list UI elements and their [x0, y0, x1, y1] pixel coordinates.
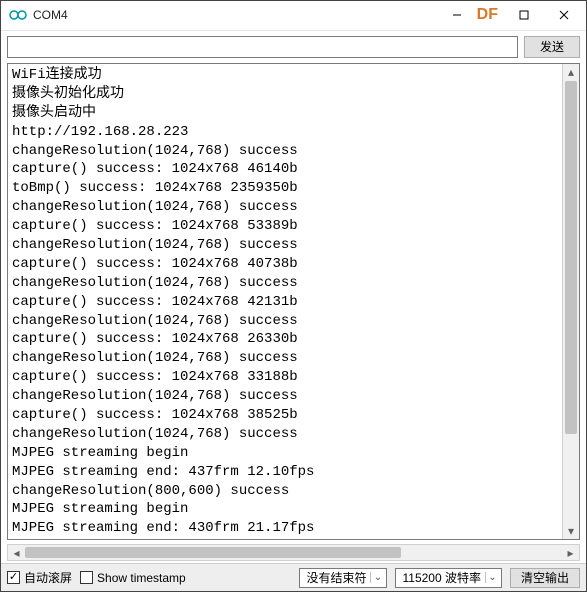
scroll-track-h[interactable] [25, 545, 562, 560]
serial-monitor-window: COM4 DF 发送 WiFi连接成功 摄像头初始化成功 摄像头启动中 http… [0, 0, 587, 592]
clear-output-button[interactable]: 清空输出 [510, 568, 580, 588]
line-ending-value: 没有结束符 [306, 569, 366, 586]
df-watermark: DF [477, 6, 498, 24]
checkbox-box [80, 571, 93, 584]
vertical-scrollbar[interactable]: ▴ ▾ [562, 64, 579, 539]
checkbox-box [7, 571, 20, 584]
scroll-thumb[interactable] [565, 81, 577, 434]
baud-dropdown[interactable]: 115200 波特率 ⌄ [395, 568, 502, 588]
chevron-down-icon: ⌄ [370, 572, 384, 583]
arduino-icon [9, 6, 27, 24]
maximize-button[interactable] [504, 1, 544, 29]
serial-input[interactable] [7, 36, 518, 58]
autoscroll-label: 自动滚屏 [24, 569, 72, 586]
timestamp-label: Show timestamp [97, 571, 186, 585]
footer: 自动滚屏 Show timestamp 没有结束符 ⌄ 115200 波特率 ⌄… [1, 563, 586, 591]
minimize-button[interactable] [437, 1, 477, 29]
scroll-down-icon[interactable]: ▾ [563, 522, 579, 539]
scroll-up-icon[interactable]: ▴ [563, 64, 579, 81]
timestamp-checkbox[interactable]: Show timestamp [80, 571, 186, 585]
chevron-down-icon: ⌄ [485, 572, 499, 583]
titlebar: COM4 DF [1, 1, 586, 31]
output-area: WiFi连接成功 摄像头初始化成功 摄像头启动中 http://192.168.… [7, 63, 580, 540]
output-text[interactable]: WiFi连接成功 摄像头初始化成功 摄像头启动中 http://192.168.… [8, 64, 562, 539]
input-row: 发送 [1, 31, 586, 63]
baud-value: 115200 波特率 [402, 569, 481, 586]
scroll-left-icon[interactable]: ◂ [8, 545, 25, 560]
close-button[interactable] [544, 1, 584, 29]
send-button[interactable]: 发送 [524, 36, 580, 58]
autoscroll-checkbox[interactable]: 自动滚屏 [7, 569, 72, 586]
scroll-thumb-h[interactable] [25, 547, 401, 558]
scroll-right-icon[interactable]: ▸ [562, 545, 579, 560]
line-ending-dropdown[interactable]: 没有结束符 ⌄ [299, 568, 387, 588]
scroll-track[interactable] [563, 81, 579, 522]
window-title: COM4 [33, 8, 68, 22]
horizontal-scrollbar[interactable]: ◂ ▸ [7, 544, 580, 561]
